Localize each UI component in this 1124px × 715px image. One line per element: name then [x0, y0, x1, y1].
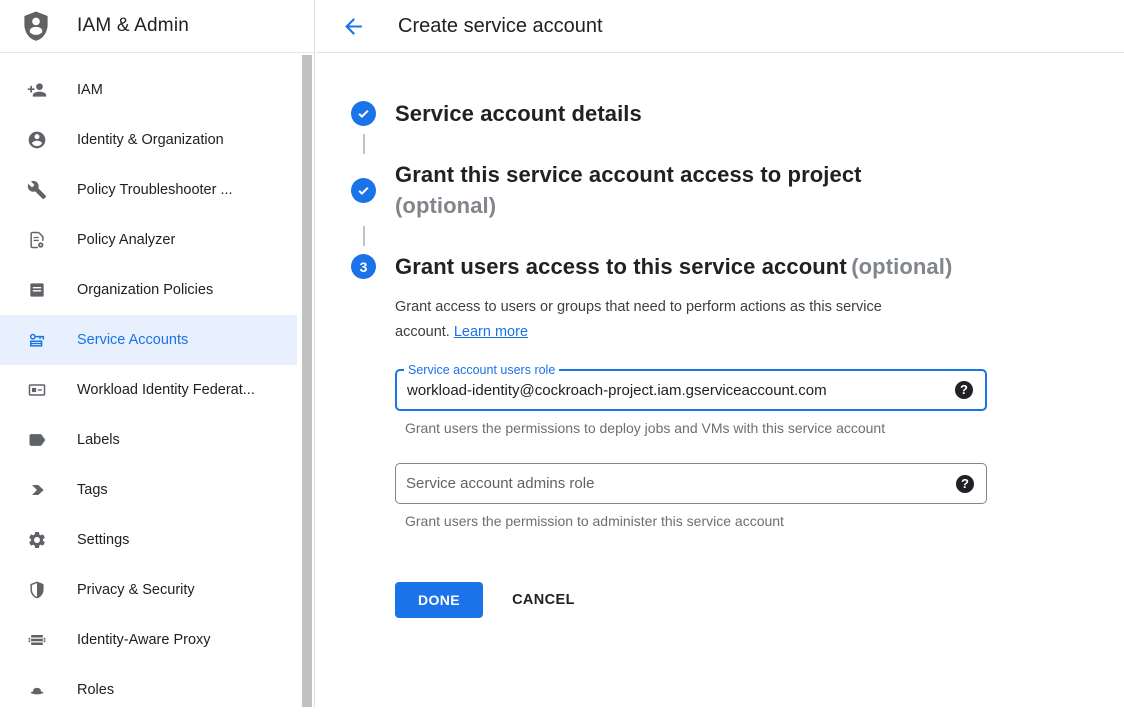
- step-3-actions: DONE CANCEL: [351, 582, 1124, 618]
- step-3-description: Grant access to users or groups that nee…: [395, 295, 1124, 345]
- admins-role-field-group: ? Grant users the permission to administ…: [395, 463, 987, 529]
- sidebar-item-label: Tags: [77, 482, 108, 498]
- tag-arrow-icon: [27, 480, 47, 500]
- sidebar-item-service-accounts[interactable]: Service Accounts: [0, 315, 297, 365]
- wrench-icon: [27, 180, 47, 200]
- sidebar-item-label: Settings: [77, 532, 129, 548]
- learn-more-link[interactable]: Learn more: [454, 324, 528, 340]
- person-add-icon: [27, 80, 47, 100]
- sidebar-item-labels[interactable]: Labels: [0, 415, 297, 465]
- sidebar: IAM & Admin IAM Identity & Organization …: [0, 0, 315, 707]
- org-policies-list-icon: [27, 280, 47, 300]
- sidebar-item-label: Service Accounts: [77, 332, 188, 348]
- help-icon[interactable]: ?: [956, 475, 974, 493]
- page-topbar: Create service account: [316, 0, 1124, 53]
- proxy-grid-icon: [27, 630, 47, 650]
- done-button[interactable]: DONE: [395, 582, 483, 618]
- step-2-optional-label: (optional): [395, 190, 1124, 221]
- step-1-check-icon: [351, 101, 376, 126]
- sidebar-nav: IAM Identity & Organization Policy Troub…: [0, 53, 314, 715]
- policy-analyzer-doc-icon: [27, 230, 47, 250]
- sidebar-item-privacy-security[interactable]: Privacy & Security: [0, 565, 297, 615]
- sidebar-title: IAM & Admin: [77, 15, 189, 37]
- sidebar-item-label: Identity & Organization: [77, 132, 224, 148]
- sidebar-item-label: Identity-Aware Proxy: [77, 632, 211, 648]
- sidebar-item-policy-analyzer[interactable]: Policy Analyzer: [0, 215, 297, 265]
- sidebar-item-label: Policy Analyzer: [77, 232, 175, 248]
- users-role-field-group: Service account users role ? Grant users…: [395, 369, 987, 436]
- step-2-title: Grant this service account access to pro…: [395, 159, 1124, 190]
- sidebar-item-label: IAM: [77, 82, 103, 98]
- sidebar-item-roles[interactable]: Roles: [0, 665, 297, 715]
- stepper-content: Service account details Grant this servi…: [316, 53, 1124, 618]
- step-3-title: Grant users access to this service accou…: [395, 254, 847, 279]
- step-2-check-icon: [351, 178, 376, 203]
- service-account-key-icon: [27, 330, 47, 350]
- cancel-button[interactable]: CANCEL: [512, 592, 575, 608]
- sidebar-scrollbar[interactable]: [302, 55, 312, 707]
- admins-role-helper-text: Grant users the permission to administer…: [405, 513, 987, 529]
- page-title: Create service account: [398, 15, 603, 38]
- roles-hat-icon: [27, 680, 47, 700]
- step-3-number: 3: [360, 259, 368, 275]
- admins-role-field-box: ?: [395, 463, 987, 504]
- sidebar-item-workload-identity-federation[interactable]: Workload Identity Federat...: [0, 365, 297, 415]
- back-button[interactable]: [341, 13, 367, 39]
- help-icon[interactable]: ?: [955, 381, 973, 399]
- sidebar-item-label: Organization Policies: [77, 282, 213, 298]
- iam-shield-logo-icon: [19, 8, 53, 44]
- sidebar-item-label: Workload Identity Federat...: [77, 382, 255, 398]
- users-role-helper-text: Grant users the permissions to deploy jo…: [405, 420, 987, 436]
- step-1-header[interactable]: Service account details: [351, 98, 1124, 129]
- arrow-back-icon: [341, 14, 366, 39]
- sidebar-item-organization-policies[interactable]: Organization Policies: [0, 265, 297, 315]
- step-connector: [363, 226, 365, 246]
- sidebar-item-label: Labels: [77, 432, 120, 448]
- step-2-header[interactable]: Grant this service account access to pro…: [351, 159, 1124, 221]
- workload-identity-card-icon: [27, 380, 47, 400]
- label-tag-icon: [27, 430, 47, 450]
- shield-half-icon: [27, 580, 47, 600]
- sidebar-item-iam[interactable]: IAM: [0, 65, 297, 115]
- sidebar-item-policy-troubleshooter[interactable]: Policy Troubleshooter ...: [0, 165, 297, 215]
- sidebar-header: IAM & Admin: [0, 0, 314, 53]
- step-1-title: Service account details: [395, 101, 642, 126]
- sidebar-item-settings[interactable]: Settings: [0, 515, 297, 565]
- sidebar-item-identity-aware-proxy[interactable]: Identity-Aware Proxy: [0, 615, 297, 665]
- sidebar-item-label: Roles: [77, 682, 114, 698]
- step-3-optional-label: (optional): [851, 254, 952, 279]
- step-3-panel: Grant access to users or groups that nee…: [351, 295, 1124, 529]
- step-3-number-badge: 3: [351, 254, 376, 279]
- sidebar-item-tags[interactable]: Tags: [0, 465, 297, 515]
- step-3-header[interactable]: 3 Grant users access to this service acc…: [351, 251, 1124, 282]
- admins-role-input[interactable]: [396, 464, 986, 503]
- users-role-input[interactable]: [397, 371, 985, 409]
- gear-icon: [27, 530, 47, 550]
- users-role-field-box: Service account users role ?: [395, 369, 987, 411]
- sidebar-item-identity-organization[interactable]: Identity & Organization: [0, 115, 297, 165]
- step-connector: [363, 134, 365, 154]
- sidebar-item-label: Privacy & Security: [77, 582, 195, 598]
- identity-person-icon: [27, 130, 47, 150]
- sidebar-item-label: Policy Troubleshooter ...: [77, 182, 233, 198]
- main-panel: Create service account Service account d…: [316, 0, 1124, 707]
